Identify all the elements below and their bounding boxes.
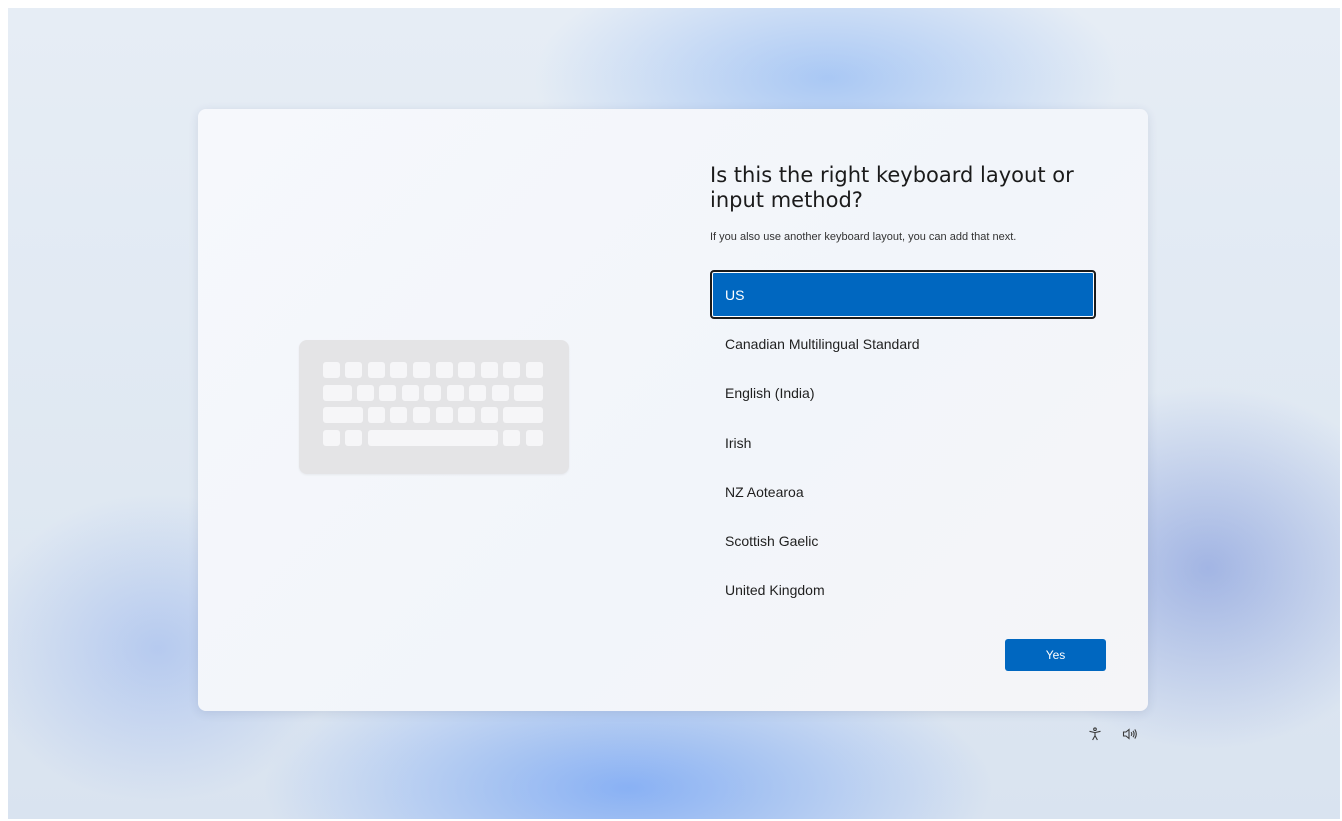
- yes-button[interactable]: Yes: [1005, 639, 1106, 671]
- layout-item-nz-aotearoa[interactable]: NZ Aotearoa: [710, 467, 1096, 516]
- keyboard-layout-list[interactable]: US Canadian Multilingual Standard Englis…: [710, 270, 1096, 615]
- layout-item-united-kingdom[interactable]: United Kingdom: [710, 566, 1096, 615]
- setup-card: Is this the right keyboard layout or inp…: [198, 109, 1148, 711]
- accessibility-icon[interactable]: [1087, 726, 1103, 742]
- layout-item-canadian-multilingual[interactable]: Canadian Multilingual Standard: [710, 319, 1096, 368]
- page-subtitle: If you also use another keyboard layout,…: [710, 231, 1017, 243]
- layout-item-scottish-gaelic[interactable]: Scottish Gaelic: [710, 516, 1096, 565]
- volume-icon[interactable]: [1122, 726, 1138, 742]
- oobe-background: Is this the right keyboard layout or inp…: [8, 8, 1340, 819]
- layout-item-irish[interactable]: Irish: [710, 418, 1096, 467]
- layout-item-us[interactable]: US: [710, 270, 1096, 320]
- layout-item-english-india[interactable]: English (India): [710, 369, 1096, 418]
- keyboard-illustration-icon: [299, 340, 569, 474]
- page-title: Is this the right keyboard layout or inp…: [710, 163, 1074, 212]
